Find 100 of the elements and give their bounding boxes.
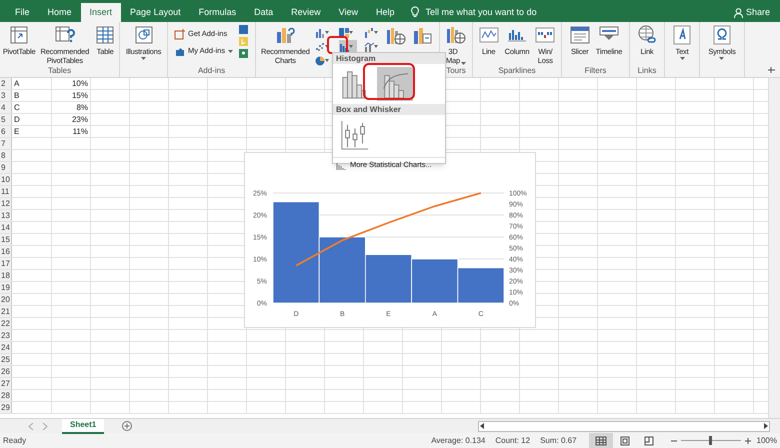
caret-icon (324, 31, 329, 34)
menu-section-header: Histogram (333, 53, 445, 64)
ribbon-tab[interactable]: Data (245, 3, 282, 22)
person-icon (734, 8, 743, 18)
zoom-slider[interactable] (680, 436, 741, 445)
row-header[interactable]: 11 (0, 186, 12, 197)
row-header[interactable]: 8 (0, 150, 12, 161)
row-header[interactable]: 21 (0, 306, 12, 317)
add-sheet-icon[interactable] (122, 421, 132, 431)
group-label: Links (636, 65, 658, 77)
page-layout-view-icon (618, 436, 631, 446)
sheet-tab[interactable]: Sheet1 (62, 418, 104, 434)
bar (457, 267, 504, 304)
row-header[interactable]: 16 (0, 246, 12, 257)
row-header[interactable]: 25 (0, 354, 12, 365)
row-header[interactable]: 12 (0, 198, 12, 209)
row-header[interactable]: 5 (0, 114, 12, 125)
row-header[interactable]: 14 (0, 222, 12, 233)
normal-view-icon (594, 436, 607, 446)
status-count: Count: 12 (495, 434, 530, 446)
store-icon (174, 28, 185, 40)
group-label: Sparklines (497, 65, 537, 77)
status-text: Ready (2, 434, 26, 446)
visio-icon[interactable] (239, 25, 248, 34)
histogram-chart-icon (339, 42, 350, 52)
hierarchy-chart-icon (339, 28, 350, 38)
zoom-out-icon[interactable] (670, 438, 677, 444)
ribbon-tab[interactable]: Help (367, 3, 404, 22)
cell-text: D (13, 114, 21, 126)
group-label: Tables (46, 65, 72, 77)
caret-icon (349, 31, 354, 34)
row-header[interactable]: 17 (0, 258, 12, 269)
row-header[interactable]: 7 (0, 138, 12, 149)
chart-type-option[interactable] (377, 67, 413, 101)
zoom-in-icon[interactable] (744, 438, 751, 444)
ribbon-tab[interactable]: Insert (80, 3, 122, 22)
ribbon-tab[interactable]: Formulas (190, 3, 246, 22)
cell-text: 23% (70, 114, 89, 126)
cell-text: 10% (70, 78, 89, 90)
highlight-frame (363, 63, 415, 100)
row-header[interactable]: 2 (0, 78, 12, 89)
row-header[interactable]: 18 (0, 270, 12, 281)
row-header[interactable]: 9 (0, 162, 12, 173)
status-sum: Sum: 0.67 (540, 434, 577, 446)
caret-icon (374, 45, 378, 48)
row-header[interactable]: 4 (0, 102, 12, 113)
zoom-level[interactable]: 100% (756, 434, 780, 446)
group-label: Tours (445, 65, 467, 77)
people-graph-icon[interactable] (239, 49, 248, 58)
menu-section-header: Box and Whisker (333, 104, 445, 115)
caret-icon (349, 45, 354, 48)
cell-text: 15% (70, 90, 89, 102)
pie-chart-icon (314, 56, 325, 66)
page-break-view-icon (642, 436, 655, 446)
horizontal-scrollbar[interactable] (478, 420, 770, 432)
row-header[interactable]: 28 (0, 390, 12, 401)
scroll-right-icon (763, 423, 768, 429)
ribbon-tab[interactable]: Page Layout (121, 3, 190, 22)
share-button[interactable]: Share (734, 3, 780, 22)
cell-text: A (13, 78, 20, 90)
bar (365, 254, 412, 304)
row-header[interactable]: 20 (0, 294, 12, 305)
group-label: Filters (584, 65, 608, 77)
cell-text: C (13, 102, 21, 114)
zoom-slider-thumb[interactable] (709, 436, 712, 445)
bar (411, 258, 458, 304)
row-header[interactable]: 24 (0, 342, 12, 353)
row-header[interactable]: 6 (0, 126, 12, 137)
row-header[interactable]: 10 (0, 174, 12, 185)
row-header[interactable]: 3 (0, 90, 12, 101)
tell-me-search[interactable]: Tell me what you want to do (420, 3, 543, 22)
globe-map-icon[interactable] (384, 25, 407, 47)
row-header[interactable]: 27 (0, 378, 12, 389)
caret-icon (374, 31, 378, 34)
row-header[interactable]: 15 (0, 234, 12, 245)
histogram-icon (336, 160, 346, 170)
caret-icon (324, 45, 329, 48)
box-whisker-icon (340, 119, 370, 151)
caret-icon (324, 59, 329, 62)
row-header[interactable]: 13 (0, 210, 12, 221)
group-label: Add-ins (196, 65, 226, 77)
ribbon-tab[interactable]: Home (38, 3, 81, 22)
cell-text: E (13, 126, 20, 138)
row-header[interactable]: 29 (0, 402, 12, 413)
column-chart-icon (314, 28, 325, 38)
waterfall-chart-icon (364, 28, 374, 38)
ribbon-tab[interactable]: View (330, 3, 367, 22)
ribbon-tab[interactable]: Review (282, 3, 330, 22)
cell-text: B (13, 90, 20, 102)
ribbon-tab[interactable]: File (6, 3, 39, 22)
row-header[interactable]: 22 (0, 318, 12, 329)
view-button[interactable] (588, 433, 613, 448)
row-header[interactable]: 23 (0, 330, 12, 341)
cell-text: 8% (75, 102, 89, 114)
row-header[interactable]: 19 (0, 282, 12, 293)
vertical-scrollbar[interactable] (768, 78, 780, 418)
combo-chart-icon (364, 42, 374, 52)
row-header[interactable]: 26 (0, 366, 12, 377)
collapse-ribbon-icon[interactable] (767, 67, 776, 74)
scatter-chart-icon (314, 42, 325, 52)
